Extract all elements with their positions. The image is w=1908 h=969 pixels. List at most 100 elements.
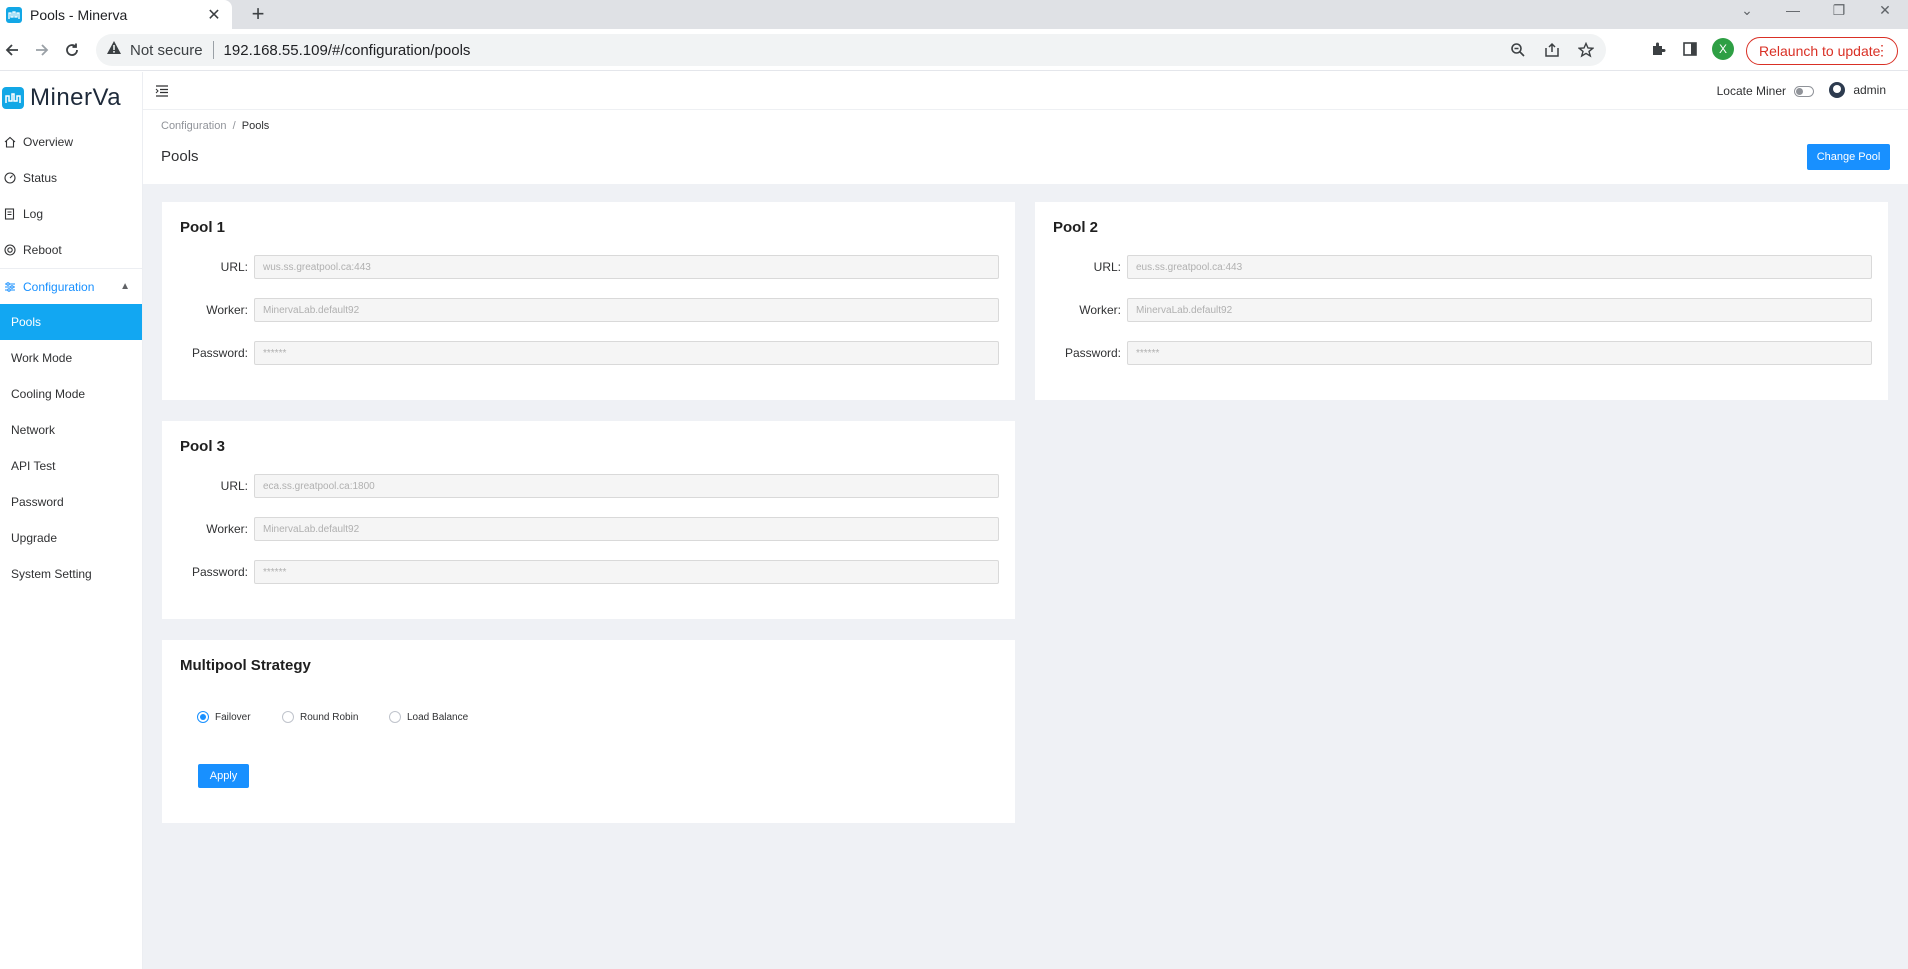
sidebar-item-configuration[interactable]: Configuration ▲ [0, 268, 142, 304]
log-icon [3, 207, 17, 221]
user-menu[interactable]: admin [1829, 82, 1886, 98]
multipool-title: Multipool Strategy [180, 657, 311, 674]
pool-title: Pool 1 [180, 219, 226, 236]
pool-1-url-input[interactable] [254, 255, 999, 279]
pool-1-card: Pool 1 URL: Worker: Password: [162, 202, 1015, 400]
minerva-favicon-icon [6, 6, 22, 23]
reboot-icon [3, 243, 17, 257]
forward-icon[interactable] [30, 38, 54, 62]
browser-toolbar: Not secure 192.168.55.109/#/configuratio… [0, 29, 1908, 71]
password-label: Password: [191, 565, 248, 579]
tab-close-icon[interactable]: ✕ [204, 5, 224, 25]
url-field: URL: [1053, 255, 1889, 279]
pool-title: Pool 2 [1053, 219, 1099, 236]
tab-search-chevron-icon[interactable]: ⌄ [1724, 0, 1770, 20]
radio-load-balance[interactable]: Load Balance [389, 711, 468, 723]
new-tab-icon[interactable]: + [246, 2, 270, 26]
pool-1-worker-input[interactable] [254, 298, 999, 322]
submenu-item-pools[interactable]: Pools [0, 304, 142, 340]
pool-3-worker-input[interactable] [254, 517, 999, 541]
worker-field: Worker: [180, 298, 1016, 322]
relaunch-label: Relaunch to update [1759, 43, 1881, 59]
close-window-icon[interactable]: ✕ [1862, 0, 1908, 20]
password-label: Password: [191, 346, 248, 360]
worker-field: Worker: [180, 517, 1016, 541]
page-header: Configuration / Pools Pools Change Pool [143, 110, 1908, 184]
back-icon[interactable] [0, 38, 24, 62]
bookmark-star-icon[interactable] [1576, 40, 1596, 60]
pool-2-worker-input[interactable] [1127, 298, 1872, 322]
worker-label: Worker: [206, 303, 248, 317]
tab-title: Pools - Minerva [30, 6, 128, 23]
pool-3-url-input[interactable] [254, 474, 999, 498]
address-bar[interactable]: Not secure 192.168.55.109/#/configuratio… [96, 34, 1606, 66]
pool-1-password-input[interactable] [254, 341, 999, 365]
extensions-puzzle-icon[interactable] [1648, 39, 1668, 59]
logo-text: MinerVa [30, 84, 122, 111]
minimize-icon[interactable]: — [1770, 0, 1816, 20]
breadcrumb-parent[interactable]: Configuration [161, 120, 226, 132]
locate-miner: Locate Miner [1717, 84, 1814, 98]
password-label: Password: [1064, 346, 1121, 360]
url-text[interactable]: 192.168.55.109/#/configuration/pools [224, 42, 471, 59]
sidebar-item-status[interactable]: Status [0, 160, 142, 196]
pool-2-card: Pool 2 URL: Worker: Password: [1035, 202, 1888, 400]
radio-label: Failover [215, 711, 251, 723]
relaunch-button[interactable]: Relaunch to update ⋮ [1746, 37, 1898, 65]
submenu-item-password[interactable]: Password [0, 484, 142, 520]
warning-icon[interactable] [106, 40, 122, 60]
sidebar-item-log[interactable]: Log [0, 196, 142, 232]
submenu-item-system-setting[interactable]: System Setting [0, 556, 142, 592]
minerva-logo-icon [2, 87, 24, 109]
pool-3-password-input[interactable] [254, 560, 999, 584]
not-secure-label[interactable]: Not secure [130, 42, 203, 59]
radio-circle[interactable] [389, 711, 401, 723]
reload-icon[interactable] [60, 38, 84, 62]
url-field: URL: [180, 474, 1016, 498]
submenu-item-upgrade[interactable]: Upgrade [0, 520, 142, 556]
url-label: URL: [1093, 260, 1121, 274]
radio-failover[interactable]: Failover [197, 711, 251, 723]
browser-tab[interactable]: Pools - Minerva ✕ [0, 0, 232, 29]
submenu-item-api-test[interactable]: API Test [0, 448, 142, 484]
zoom-icon[interactable] [1508, 40, 1528, 60]
worker-label: Worker: [1079, 303, 1121, 317]
sidebar-item-reboot[interactable]: Reboot [0, 232, 142, 268]
sidebar-item-overview[interactable]: Overview [0, 124, 142, 160]
locate-miner-toggle[interactable] [1794, 85, 1814, 97]
url-field: URL: [180, 255, 1016, 279]
multipool-strategy-card: Multipool Strategy Failover Round Robin … [162, 640, 1015, 823]
submenu-item-work-mode[interactable]: Work Mode [0, 340, 142, 376]
restore-icon[interactable]: ❐ [1816, 0, 1862, 20]
radio-circle[interactable] [282, 711, 294, 723]
sidebar: MinerVa Overview Status Log Reboot Confi… [0, 72, 143, 969]
menu-collapse-icon[interactable] [155, 84, 169, 98]
main-content: Pool 1 URL: Worker: Password: Pool 2 URL… [143, 184, 1908, 969]
logo[interactable]: MinerVa [0, 72, 142, 124]
sidebar-item-label: Configuration [23, 279, 95, 294]
menu-dots-icon[interactable]: ⋮ [1875, 42, 1889, 59]
worker-field: Worker: [1053, 298, 1889, 322]
apply-button[interactable]: Apply [198, 764, 249, 788]
url-label: URL: [220, 260, 248, 274]
radio-circle-checked[interactable] [197, 711, 209, 723]
share-icon[interactable] [1542, 40, 1562, 60]
gauge-icon [3, 171, 17, 185]
radio-label: Round Robin [300, 711, 359, 723]
pool-2-url-input[interactable] [1127, 255, 1872, 279]
sidebar-item-label: Overview [23, 135, 74, 149]
password-field: Password: [180, 341, 1016, 365]
pool-3-card: Pool 3 URL: Worker: Password: [162, 421, 1015, 619]
submenu-item-network[interactable]: Network [0, 412, 142, 448]
change-pool-button[interactable]: Change Pool [1807, 144, 1890, 170]
home-icon [3, 135, 17, 149]
omnibox-separator [212, 41, 214, 59]
submenu-item-cooling-mode[interactable]: Cooling Mode [0, 376, 142, 412]
pool-2-password-input[interactable] [1127, 341, 1872, 365]
worker-label: Worker: [206, 522, 248, 536]
page-title: Pools [161, 148, 199, 165]
profile-avatar[interactable]: X [1712, 38, 1734, 60]
side-panel-icon[interactable] [1680, 39, 1700, 59]
password-field: Password: [1053, 341, 1889, 365]
radio-round-robin[interactable]: Round Robin [282, 711, 358, 723]
